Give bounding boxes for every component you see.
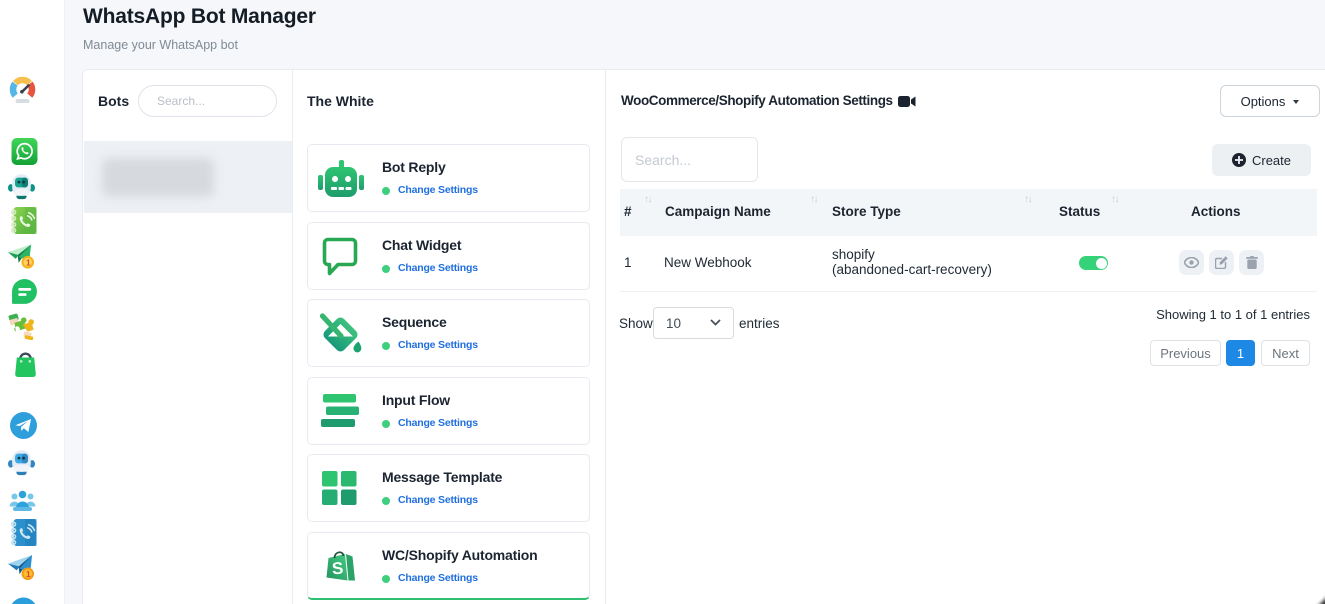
svg-text:1: 1 xyxy=(26,259,31,268)
svg-text:S: S xyxy=(331,558,344,578)
svg-text:1: 1 xyxy=(26,570,31,579)
